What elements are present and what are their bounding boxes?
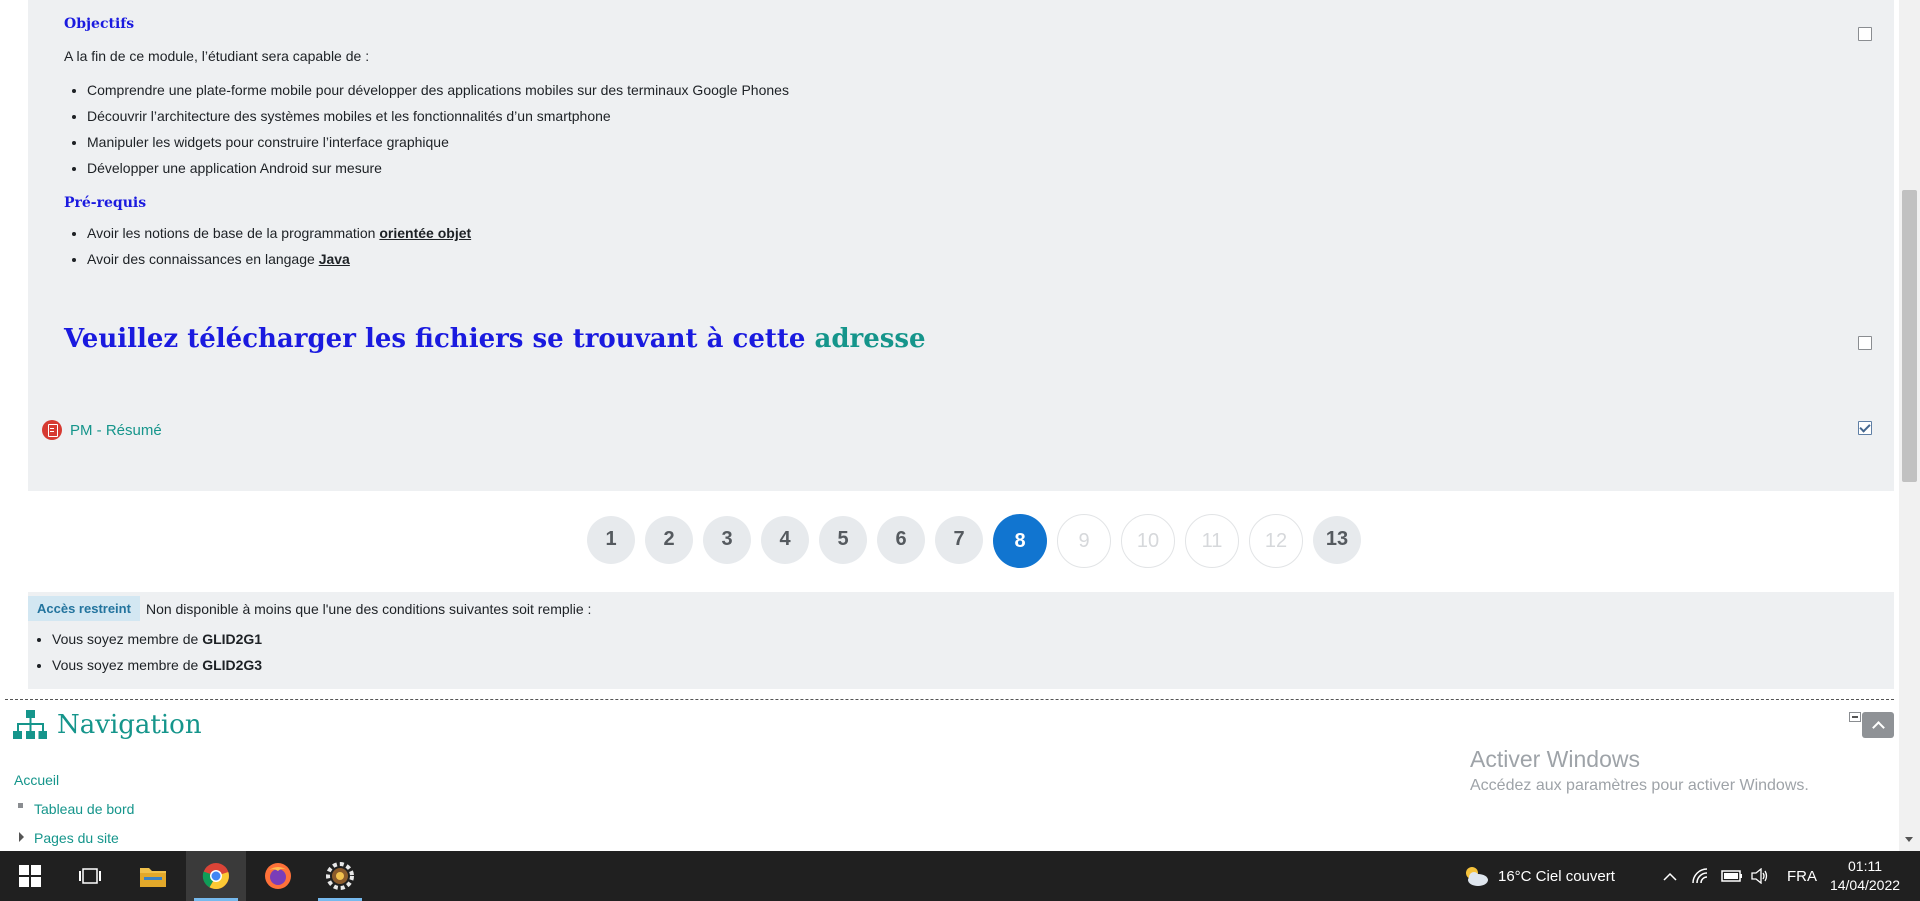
completion-checkbox[interactable] — [1858, 27, 1872, 41]
pdf-icon — [42, 420, 62, 440]
list-item: Vous soyez membre de GLID2G1 — [52, 626, 262, 652]
objectives-intro: A la fin de ce module, l’étudiant sera c… — [64, 48, 370, 64]
list-item: Développer une application Android sur m… — [87, 155, 789, 181]
objectives-title: Objectifs — [64, 16, 135, 32]
list-item: Avoir les notions de base de la programm… — [87, 220, 471, 246]
network-icon[interactable] — [1692, 851, 1710, 901]
page-button-4[interactable]: 4 — [761, 515, 809, 564]
firefox-taskbar-button[interactable] — [248, 851, 308, 901]
list-item: Vous soyez membre de GLID2G3 — [52, 652, 262, 678]
oop-link[interactable]: orientée objet — [379, 225, 471, 241]
list-item: Avoir des connaissances en langage Java — [87, 246, 471, 272]
folder-icon — [140, 868, 166, 887]
java-link[interactable]: Java — [319, 251, 350, 267]
list-item: Découvrir l’architecture des systèmes mo… — [87, 103, 789, 129]
page-button-9: 9 — [1057, 514, 1111, 568]
navigation-title: Navigation — [57, 710, 202, 740]
expand-arrow-icon[interactable] — [19, 832, 24, 842]
nav-dashboard-link[interactable]: Tableau de bord — [34, 801, 134, 817]
windows-taskbar: 16°C Ciel couvert FRA 01:11 14/04/2022 — [0, 851, 1920, 901]
completion-checkbox-checked[interactable] — [1858, 421, 1872, 435]
clock-date: 14/04/2022 — [1829, 877, 1901, 893]
scrollbar-thumb[interactable] — [1902, 190, 1917, 482]
download-text: Veuillez télécharger les fichiers se tro… — [64, 324, 815, 354]
restricted-badge: Accès restreint — [28, 596, 140, 621]
page-button-current[interactable]: 8 — [993, 514, 1047, 568]
taskbar-clock[interactable]: 01:11 14/04/2022 — [1820, 857, 1910, 895]
group-name: GLID2G3 — [202, 657, 263, 673]
collapse-block-icon[interactable] — [1849, 712, 1861, 722]
windows-logo-icon — [19, 865, 41, 887]
app-taskbar-button[interactable] — [310, 851, 370, 901]
prereq-text: Avoir des connaissances en langage — [87, 251, 319, 267]
list-item: Comprendre une plate-forme mobile pour d… — [87, 77, 789, 103]
resource-label: PM - Résumé — [70, 421, 162, 439]
restricted-access-notice: Accès restreint Non disponible à moins q… — [28, 592, 1894, 689]
list-item: Manipuler les widgets pour construire l’… — [87, 129, 789, 155]
page-button-2[interactable]: 2 — [645, 515, 693, 564]
prereq-list: Avoir les notions de base de la programm… — [64, 220, 471, 272]
browser-viewport: Objectifs A la fin de ce module, l’étudi… — [0, 0, 1899, 851]
battery-icon[interactable] — [1721, 851, 1743, 901]
completion-checkbox[interactable] — [1858, 336, 1872, 350]
condition-text: Vous soyez membre de — [52, 631, 203, 647]
sitemap-icon — [13, 710, 47, 739]
firefox-icon — [265, 863, 291, 889]
language-text: FRA — [1787, 867, 1817, 885]
chrome-taskbar-button[interactable] — [186, 851, 246, 901]
download-address-link[interactable]: adresse — [814, 324, 925, 354]
page-button-1[interactable]: 1 — [587, 515, 635, 564]
volume-icon[interactable] — [1751, 851, 1769, 901]
page-button-5[interactable]: 5 — [819, 515, 867, 564]
nav-site-pages-link[interactable]: Pages du site — [34, 830, 119, 846]
back-to-top-button[interactable] — [1862, 712, 1894, 738]
watermark-subtitle: Accédez aux paramètres pour activer Wind… — [1470, 777, 1809, 794]
restriction-conditions: Vous soyez membre de GLID2G1 Vous soyez … — [28, 626, 262, 678]
chevron-up-icon[interactable] — [1662, 851, 1678, 901]
page-button-13[interactable]: 13 — [1313, 515, 1361, 564]
course-section: Objectifs A la fin de ce module, l’étudi… — [28, 0, 1894, 491]
page-scrollbar[interactable] — [1899, 0, 1920, 851]
file-explorer-button[interactable] — [123, 851, 183, 901]
page-button-7[interactable]: 7 — [935, 515, 983, 564]
start-button[interactable] — [0, 851, 60, 901]
scroll-down-arrow-icon[interactable] — [1905, 837, 1913, 842]
divider — [5, 699, 1894, 700]
page-button-10: 10 — [1121, 514, 1175, 568]
language-indicator[interactable]: FRA — [1787, 851, 1817, 901]
watermark-title: Activer Windows — [1470, 746, 1640, 772]
download-heading: Veuillez télécharger les fichiers se tro… — [64, 324, 926, 354]
task-view-icon — [79, 868, 101, 884]
condition-text: Vous soyez membre de — [52, 657, 203, 673]
pdf-resource-link[interactable]: PM - Résumé — [42, 420, 162, 440]
page-button-11: 11 — [1185, 514, 1239, 568]
page-button-6[interactable]: 6 — [877, 515, 925, 564]
clock-time: 01:11 — [1848, 858, 1882, 874]
gear-app-icon — [326, 862, 354, 890]
objectives-list: Comprendre une plate-forme mobile pour d… — [64, 77, 789, 181]
section-pagination: 1 2 3 4 5 6 7 8 9 10 11 12 13 — [587, 511, 1371, 568]
task-view-button[interactable] — [60, 851, 120, 901]
weather-widget[interactable]: 16°C Ciel couvert — [1462, 851, 1615, 901]
prereq-title: Pré-requis — [64, 195, 147, 211]
weather-text: 16°C Ciel couvert — [1498, 867, 1615, 885]
page-button-12: 12 — [1249, 514, 1303, 568]
page-button-3[interactable]: 3 — [703, 515, 751, 564]
chrome-icon — [202, 863, 229, 890]
weather-cloud-icon — [1466, 867, 1488, 886]
nav-home-link[interactable]: Accueil — [14, 772, 59, 788]
restricted-text: Non disponible à moins que l'une des con… — [145, 600, 592, 617]
nav-bullet-icon — [18, 803, 23, 808]
navigation-block-header: Navigation — [13, 708, 202, 742]
restricted-header: Accès restreint Non disponible à moins q… — [28, 596, 591, 621]
group-name: GLID2G1 — [202, 631, 263, 647]
windows-activation-watermark: Activer Windows Accédez aux paramètres p… — [1470, 746, 1809, 795]
prereq-text: Avoir les notions de base de la programm… — [87, 225, 380, 241]
